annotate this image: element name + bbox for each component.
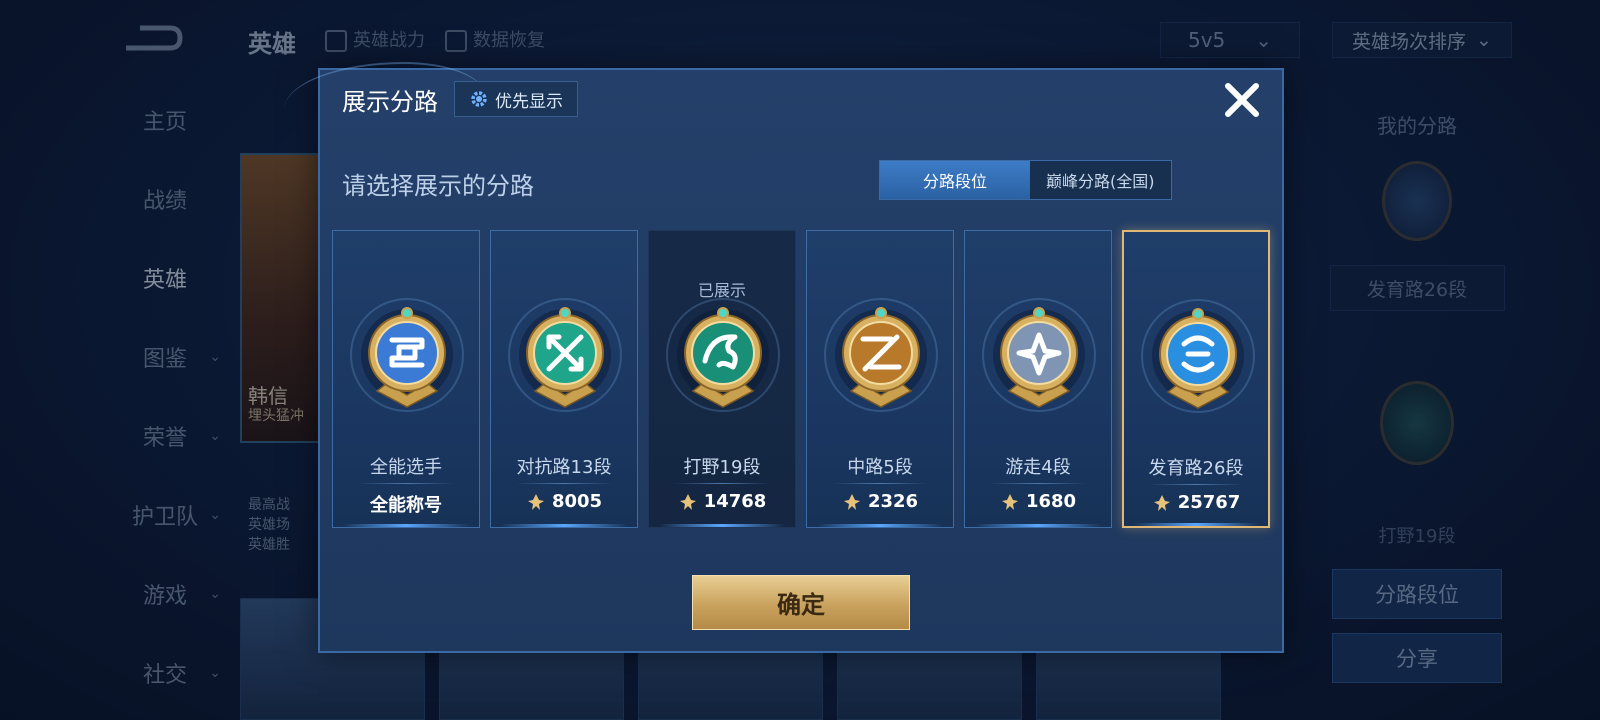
power-icon — [843, 493, 860, 510]
divider — [674, 483, 770, 484]
roam-badge-icon — [982, 298, 1096, 412]
dialog-title: 展示分路 — [342, 88, 438, 116]
card-highlight — [817, 524, 943, 527]
lane-power: 1680 — [965, 491, 1111, 512]
card-highlight — [501, 524, 627, 527]
tab-bar: 分路段位 巅峰分路(全国) — [879, 160, 1172, 200]
lane-card[interactable]: 对抗路13段 8005 — [490, 230, 638, 528]
power-value: 1680 — [1025, 491, 1077, 512]
clash-badge-icon — [508, 298, 622, 412]
tab-lane-rank[interactable]: 分路段位 — [880, 161, 1030, 199]
lane-power: 14768 — [649, 491, 795, 512]
confirm-button[interactable]: 确定 — [692, 575, 910, 630]
lane-card[interactable]: 已展示 打野19段 14768 — [648, 230, 796, 528]
divider — [358, 483, 454, 484]
card-highlight — [1134, 523, 1258, 526]
lane-power: 2326 — [807, 491, 953, 512]
allround-badge-icon — [350, 298, 464, 412]
divider — [516, 483, 612, 484]
power-value: 14768 — [703, 491, 767, 512]
lane-card[interactable]: 发育路26段 25767 — [1122, 230, 1270, 528]
lane-power: 8005 — [491, 491, 637, 512]
lane-rank-label: 发育路26段 — [1148, 458, 1244, 479]
lane-card-list: 全能选手 全能称号 对抗路13段 8005 已展示 打野19段 14768 中路5段 2326 游… — [332, 230, 1270, 528]
jungle-badge-icon — [666, 298, 780, 412]
lane-rank-label: 中路5段 — [847, 457, 913, 478]
priority-display-button[interactable]: 优先显示 — [454, 81, 578, 117]
lane-card[interactable]: 游走4段 1680 — [964, 230, 1112, 528]
card-highlight — [975, 524, 1101, 527]
power-icon — [527, 493, 544, 510]
tab-peak-lane-national[interactable]: 巅峰分路(全国) — [1030, 161, 1171, 199]
power-value: 2326 — [867, 491, 919, 512]
power-value: 25767 — [1177, 492, 1241, 513]
farm-badge-icon — [1141, 299, 1255, 413]
lane-rank-label: 对抗路13段 — [516, 457, 612, 478]
mid-badge-icon — [824, 298, 938, 412]
power-value: 全能称号 — [370, 495, 442, 516]
power-icon — [1153, 494, 1170, 511]
priority-display-label: 优先显示 — [495, 91, 563, 112]
power-icon — [679, 493, 696, 510]
card-highlight — [659, 524, 785, 527]
lane-power: 25767 — [1124, 492, 1268, 513]
lane-power: 全能称号 — [333, 491, 479, 517]
lane-rank-label: 全能选手 — [370, 457, 442, 478]
divider — [990, 483, 1086, 484]
display-lane-dialog: 展示分路 优先显示 请选择展示的分路 分路段位 巅峰分路(全国) 全能选手全能称… — [284, 62, 1284, 653]
power-value: 8005 — [551, 491, 603, 512]
gear-icon — [471, 91, 487, 107]
close-icon[interactable] — [1220, 78, 1264, 122]
card-highlight — [343, 524, 469, 527]
selection-prompt: 请选择展示的分路 — [342, 172, 534, 200]
lane-rank-label: 游走4段 — [1005, 457, 1071, 478]
power-icon — [1001, 493, 1018, 510]
lane-card[interactable]: 全能选手 全能称号 — [332, 230, 480, 528]
lane-card[interactable]: 中路5段 2326 — [806, 230, 954, 528]
divider — [1149, 484, 1243, 485]
divider — [832, 483, 928, 484]
lane-rank-label: 打野19段 — [683, 457, 761, 478]
